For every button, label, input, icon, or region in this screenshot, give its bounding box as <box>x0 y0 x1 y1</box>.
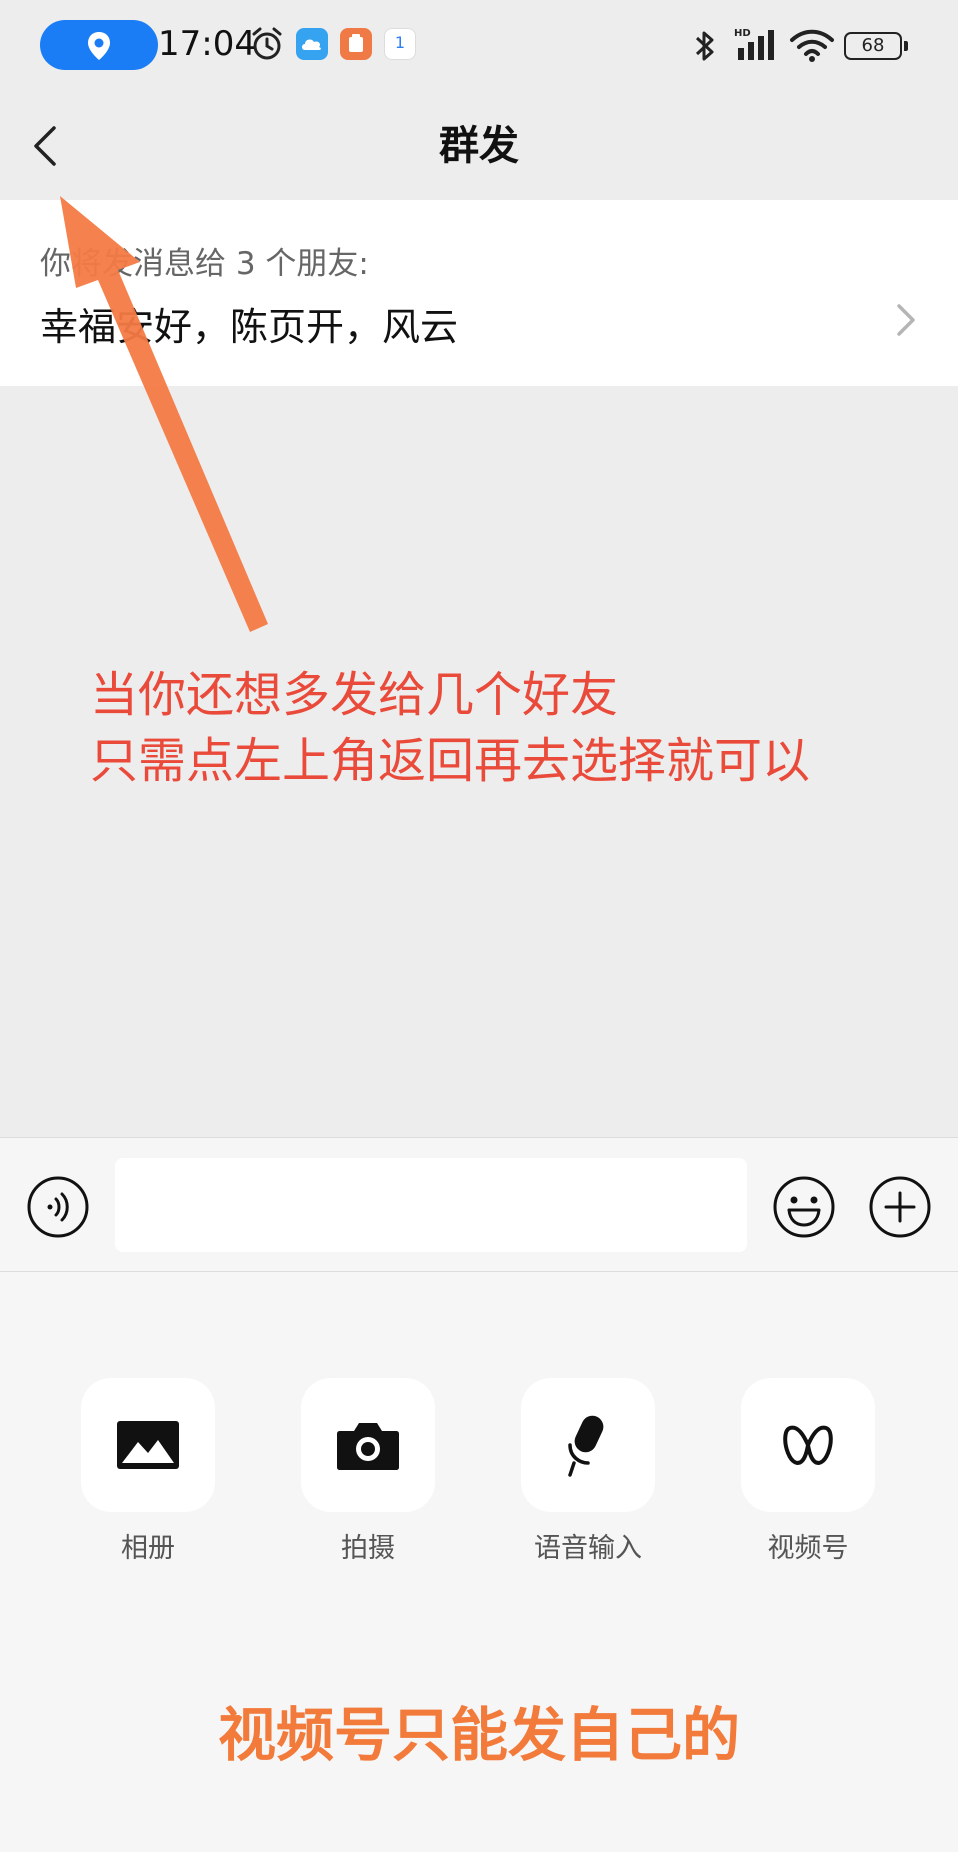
calendar-app-icon: 1 <box>384 28 416 60</box>
orange-app-icon <box>340 28 372 60</box>
album-icon <box>117 1421 179 1469</box>
emoji-icon <box>773 1176 835 1238</box>
tool-tile[interactable] <box>301 1378 435 1512</box>
tool-channels[interactable]: 视频号 <box>741 1378 875 1565</box>
wifi-icon <box>790 29 834 62</box>
more-button[interactable] <box>868 1175 932 1239</box>
tool-tile[interactable] <box>521 1378 655 1512</box>
location-icon <box>88 32 110 60</box>
tool-tile[interactable] <box>81 1378 215 1512</box>
tool-label: 视频号 <box>767 1533 849 1564</box>
microphone-icon <box>568 1415 604 1477</box>
annotation-line-2: 只需点左上角返回再去选择就可以 <box>90 733 811 789</box>
annotation-text: 当你还想多发给几个好友 只需点左上角返回再去选择就可以 <box>90 662 810 794</box>
input-bar <box>0 1137 958 1272</box>
battery-icon: 68 <box>844 32 908 60</box>
camera-icon <box>337 1423 399 1470</box>
page-title: 群发 <box>439 123 519 169</box>
location-indicator[interactable] <box>40 20 158 70</box>
tool-voice-input[interactable]: 语音输入 <box>521 1378 655 1565</box>
annotation-line-1: 当你还想多发给几个好友 <box>90 667 619 723</box>
tool-album[interactable]: 相册 <box>81 1378 215 1565</box>
tool-camera[interactable]: 拍摄 <box>301 1378 435 1565</box>
calendar-day: 1 <box>394 33 406 52</box>
recipients-card[interactable]: 你将发消息给 3 个朋友: 幸福安好，陈页开，风云 <box>0 200 958 386</box>
nav-bar: 群发 <box>0 92 958 200</box>
voice-button[interactable] <box>26 1175 90 1239</box>
tool-tile[interactable] <box>741 1378 875 1512</box>
tool-label: 拍摄 <box>341 1533 395 1564</box>
status-time: 17:04 <box>158 24 256 64</box>
annotation-bottom: 视频号只能发自己的 <box>217 1701 740 1769</box>
svg-text:HD: HD <box>734 28 751 39</box>
battery-level: 68 <box>861 35 885 56</box>
voice-icon <box>27 1176 89 1238</box>
recipients-names: 幸福安好，陈页开，风云 <box>40 305 459 349</box>
recipients-label: 你将发消息给 3 个朋友: <box>40 246 369 282</box>
tool-label: 语音输入 <box>534 1533 642 1564</box>
alarm-icon <box>252 27 282 60</box>
channels-icon <box>783 1425 833 1465</box>
chevron-right-icon <box>897 304 915 336</box>
message-input[interactable] <box>115 1158 747 1252</box>
plus-icon <box>869 1176 931 1238</box>
cloud-app-icon <box>296 28 328 60</box>
status-bar: 17:04 1 HD 68 <box>0 0 958 92</box>
tool-label: 相册 <box>121 1533 175 1564</box>
emoji-button[interactable] <box>772 1175 836 1239</box>
signal-icon: HD <box>734 28 774 60</box>
bluetooth-icon <box>695 31 714 61</box>
